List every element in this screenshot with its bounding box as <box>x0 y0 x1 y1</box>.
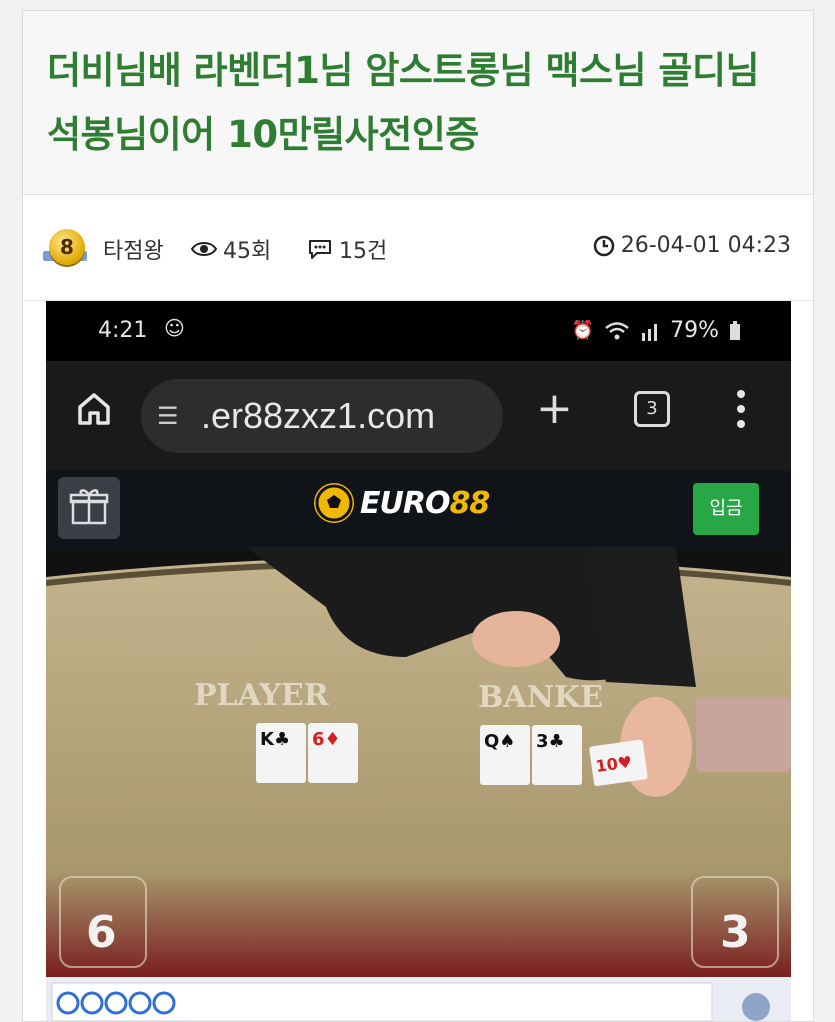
dealer-hand-left <box>472 611 560 667</box>
euro88-logo[interactable]: EURO88 <box>314 483 490 523</box>
phone-status-bar: 4:21 ☺ ⏰ 79% <box>46 301 791 361</box>
logo-text: EURO88 <box>360 485 490 521</box>
address-bar[interactable]: ☰ .er88zxz1.com <box>141 379 503 453</box>
view-count: 45회 <box>191 233 271 265</box>
level-badge-icon: 8 <box>49 229 85 265</box>
url-text: .er88zxz1.com <box>201 395 436 436</box>
banker-card-3: 10♥ <box>589 739 648 787</box>
view-count-text: 45회 <box>223 239 272 264</box>
svg-text:Q♠: Q♠ <box>484 731 515 752</box>
football-icon <box>314 483 354 523</box>
player-card-1: K♣ <box>256 723 306 783</box>
deposit-button[interactable]: 입금 <box>693 483 759 535</box>
browser-toolbar: ☰ .er88zxz1.com + 3 <box>46 361 791 471</box>
alarm-icon: ⏰ <box>571 320 595 341</box>
status-time: 4:21 <box>98 318 148 343</box>
roadmap-strip <box>46 977 791 1021</box>
player-card-2: 6♦ <box>308 723 358 783</box>
battery-level: 79% <box>670 318 719 343</box>
banker-card-1: Q♠ <box>480 725 530 785</box>
eye-icon <box>191 242 217 256</box>
banker-label: BANKE <box>478 680 603 715</box>
post-meta: 8 타점왕 45회 15건 26-04-01 04:23 <box>23 195 813 301</box>
player-score: 6 <box>86 907 117 958</box>
gift-button[interactable] <box>58 477 120 539</box>
author-name[interactable]: 타점왕 <box>103 233 164 265</box>
app-notification-icon: ☺ <box>164 316 185 340</box>
svg-text:3♣: 3♣ <box>536 731 565 752</box>
attached-screenshot: 4:21 ☺ ⏰ 79% ☰ .er88zxz1.com + 3 EURO88 … <box>46 301 791 1021</box>
post-title: 더비님배 라벤더1님 암스트롱님 맥스님 골디님 석봉님이어 10만릴사전인증 <box>47 49 760 156</box>
roadmap-button-icon[interactable] <box>742 993 770 1021</box>
gift-icon <box>69 489 109 525</box>
clock-icon <box>593 235 614 256</box>
comment-count: 15건 <box>307 233 387 265</box>
battery-icon <box>730 320 740 340</box>
post-datetime: 26-04-01 04:23 <box>593 233 791 258</box>
logo-main: EURO <box>360 485 450 521</box>
svg-text:K♣: K♣ <box>260 729 290 750</box>
banker-score: 3 <box>720 907 751 958</box>
comment-count-text: 15건 <box>339 239 388 264</box>
svg-text:6♦: 6♦ <box>312 729 341 750</box>
signal-icon <box>642 323 658 341</box>
post-card: 더비님배 라벤더1님 암스트롱님 맥스님 골디님 석봉님이어 10만릴사전인증 … <box>22 10 814 1022</box>
card-shoe <box>696 697 791 772</box>
player-label: PLAYER <box>194 678 330 713</box>
site-header: EURO88 입금 <box>46 471 791 547</box>
wifi-icon <box>605 321 629 339</box>
baccarat-table-video: PLAYER BANKE K♣ 6♦ Q♠ 3♣ 10♥ 6 3 <box>46 547 791 977</box>
new-tab-icon[interactable]: + <box>536 387 573 431</box>
comment-icon <box>309 240 331 259</box>
tab-switcher-button[interactable]: 3 <box>634 391 670 427</box>
logo-number: 88 <box>449 485 490 521</box>
banker-card-2: 3♣ <box>532 725 582 785</box>
status-right: ⏰ 79% <box>572 318 741 343</box>
home-icon[interactable] <box>74 389 114 429</box>
datetime-text: 26-04-01 04:23 <box>620 233 791 258</box>
more-menu-icon[interactable] <box>736 387 746 431</box>
site-settings-icon[interactable]: ☰ <box>157 379 193 453</box>
title-box: 더비님배 라벤더1님 암스트롱님 맥스님 골디님 석봉님이어 10만릴사전인증 <box>23 11 813 195</box>
